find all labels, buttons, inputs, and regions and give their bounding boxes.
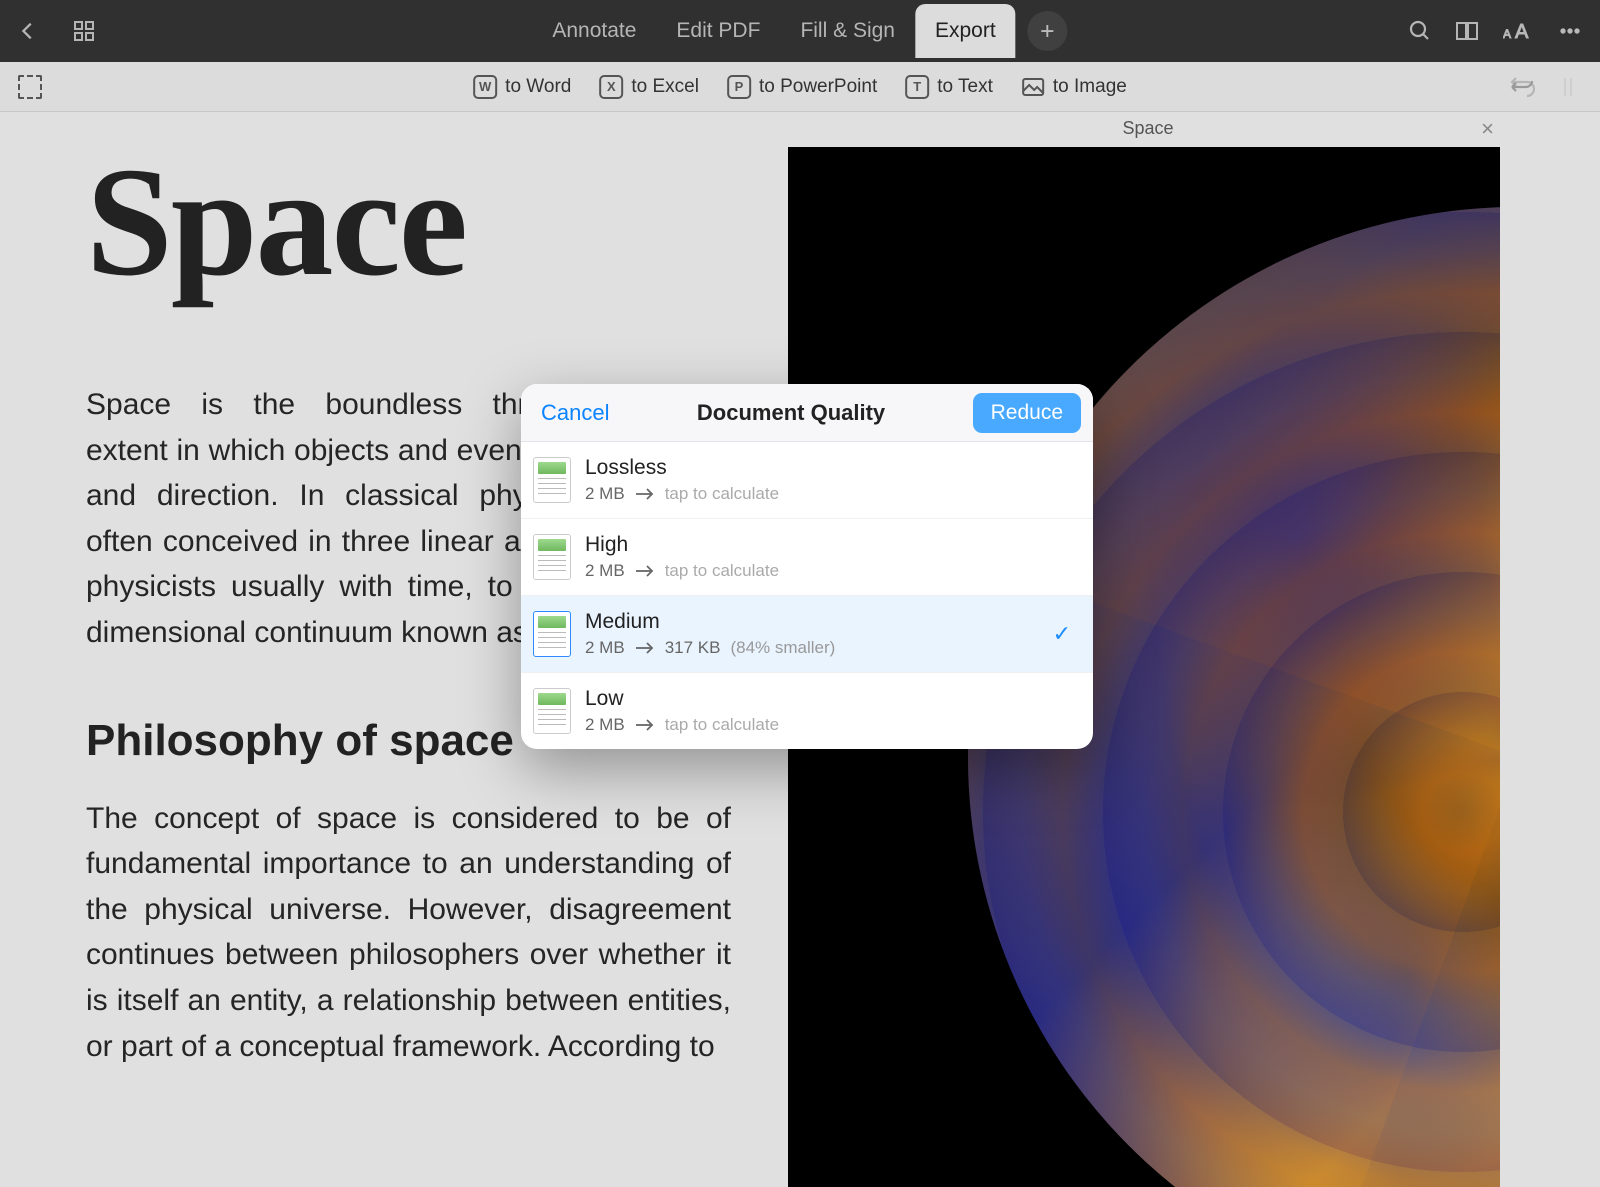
reduce-button[interactable]: Reduce — [973, 393, 1081, 433]
close-preview-button[interactable]: × — [1481, 116, 1494, 142]
arrow-right-icon — [635, 642, 655, 654]
modal-header: Cancel Document Quality Reduce — [521, 384, 1093, 442]
redo-button[interactable] — [1554, 73, 1582, 101]
add-tab-button[interactable] — [1028, 11, 1068, 51]
export-to-excel-label: to Excel — [631, 76, 699, 98]
main-toolbar: Annotate Edit PDF Fill & Sign Export AA — [0, 0, 1600, 62]
tab-annotate[interactable]: Annotate — [532, 6, 656, 56]
export-to-text[interactable]: T to Text — [905, 75, 993, 99]
size-from: 2 MB — [585, 638, 625, 658]
quality-option-lossless[interactable]: Lossless 2 MB tap to calculate — [521, 442, 1093, 519]
size-to: tap to calculate — [665, 561, 779, 581]
quality-option-low[interactable]: Low 2 MB tap to calculate — [521, 673, 1093, 749]
export-to-image-label: to Image — [1053, 76, 1127, 98]
arrow-right-icon — [635, 565, 655, 577]
cancel-button[interactable]: Cancel — [541, 400, 609, 426]
size-to: tap to calculate — [665, 715, 779, 735]
quality-info: 2 MB tap to calculate — [585, 561, 1075, 581]
thumbnail-icon — [533, 611, 571, 657]
arrow-right-icon — [635, 488, 655, 500]
export-to-powerpoint-label: to PowerPoint — [759, 76, 877, 98]
undo-button[interactable] — [1508, 73, 1536, 101]
size-from: 2 MB — [585, 715, 625, 735]
grid-view-button[interactable] — [70, 17, 98, 45]
document-title: Space — [86, 132, 731, 312]
image-icon — [1021, 75, 1045, 99]
preview-title: Space — [788, 112, 1508, 147]
export-toolbar: W to Word X to Excel P to PowerPoint T t… — [0, 62, 1600, 112]
size-to: tap to calculate — [665, 484, 779, 504]
svg-text:A: A — [1503, 27, 1511, 41]
export-to-word-label: to Word — [505, 76, 571, 98]
thumbnail-icon — [533, 457, 571, 503]
quality-name: Low — [585, 687, 1075, 711]
document-quality-modal: Cancel Document Quality Reduce Lossless … — [521, 384, 1093, 749]
export-to-word[interactable]: W to Word — [473, 75, 571, 99]
size-from: 2 MB — [585, 561, 625, 581]
word-icon: W — [473, 75, 497, 99]
arrow-right-icon — [635, 719, 655, 731]
quality-name: Medium — [585, 610, 1075, 634]
svg-text:A: A — [1515, 21, 1529, 42]
quality-option-medium[interactable]: Medium 2 MB 317 KB (84% smaller) ✓ — [521, 596, 1093, 673]
modal-title: Document Quality — [697, 400, 885, 426]
search-button[interactable] — [1406, 17, 1434, 45]
document-paragraph-2: The concept of space is considered to be… — [86, 796, 731, 1070]
quality-info: 2 MB tap to calculate — [585, 715, 1075, 735]
quality-name: High — [585, 533, 1075, 557]
tab-fill-sign[interactable]: Fill & Sign — [780, 6, 915, 56]
size-reduction: (84% smaller) — [730, 638, 835, 658]
tab-export[interactable]: Export — [915, 4, 1016, 58]
quality-info: 2 MB tap to calculate — [585, 484, 1075, 504]
thumbnail-icon — [533, 534, 571, 580]
excel-icon: X — [599, 75, 623, 99]
quality-info: 2 MB 317 KB (84% smaller) — [585, 638, 1075, 658]
powerpoint-icon: P — [727, 75, 751, 99]
size-from: 2 MB — [585, 484, 625, 504]
more-options-button[interactable] — [1556, 17, 1584, 45]
reader-view-button[interactable] — [1454, 17, 1482, 45]
export-to-image[interactable]: to Image — [1021, 75, 1127, 99]
thumbnail-icon — [533, 688, 571, 734]
text-icon: T — [905, 75, 929, 99]
quality-option-high[interactable]: High 2 MB tap to calculate — [521, 519, 1093, 596]
back-button[interactable] — [14, 17, 42, 45]
text-size-button[interactable]: AA — [1502, 17, 1536, 45]
export-to-text-label: to Text — [937, 76, 993, 98]
export-to-powerpoint[interactable]: P to PowerPoint — [727, 75, 877, 99]
tab-edit-pdf[interactable]: Edit PDF — [656, 6, 780, 56]
size-to: 317 KB — [665, 638, 721, 658]
quality-name: Lossless — [585, 456, 1075, 480]
checkmark-icon: ✓ — [1053, 621, 1071, 647]
selection-tool-button[interactable] — [18, 75, 42, 99]
export-to-excel[interactable]: X to Excel — [599, 75, 699, 99]
